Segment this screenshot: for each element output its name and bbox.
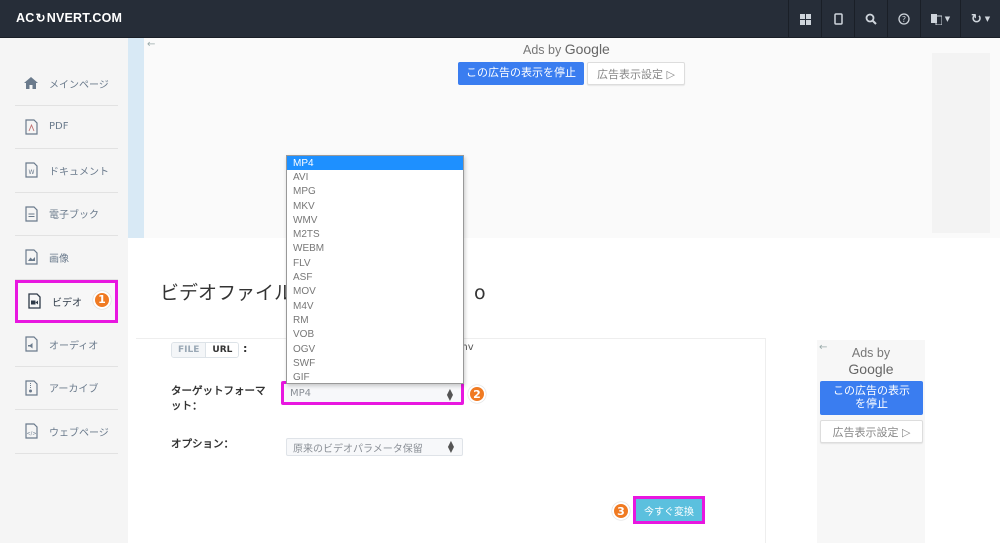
ad-settings-button[interactable]: 広告表示設定 ▷	[820, 420, 923, 443]
source-colon: :	[243, 342, 248, 355]
convert-now-button[interactable]: 今すぐ変換	[633, 496, 705, 524]
sidebar-item-audio[interactable]: オーディオ	[15, 323, 118, 367]
sidebar-item-archive[interactable]: アーカイブ	[15, 367, 118, 410]
main-content: ビデオファイルを o FILE URL : mv ターゲットフォーマット： MP4…	[128, 238, 1000, 543]
format-option-m4v[interactable]: M4V	[287, 299, 463, 313]
site-logo[interactable]: AC↻NVERT.COM	[16, 11, 122, 25]
ads-by-google-label: Ads by Google	[523, 41, 610, 57]
format-option-vob[interactable]: VOB	[287, 328, 463, 342]
top-navbar: AC↻NVERT.COM ? ▼ ↻ ▼	[0, 0, 1000, 38]
archive-file-icon	[23, 379, 39, 397]
pdf-file-icon	[23, 118, 39, 136]
format-option-mp4[interactable]: MP4	[287, 156, 463, 171]
sidebar-item-label: 画像	[49, 253, 69, 265]
search-icon[interactable]	[854, 0, 887, 38]
word-file-icon: W	[23, 161, 39, 179]
sidebar: メインページ PDF W ドキュメント 電子ブック 画像 ビデオ 1 オーディオ	[0, 38, 128, 543]
select-arrows-icon: ▲ ▼	[446, 387, 453, 402]
target-format-select[interactable]: MP4 ▲ ▼	[281, 381, 464, 405]
faded-ad-image	[932, 53, 990, 233]
ad-stripe	[128, 38, 144, 238]
sidebar-item-home[interactable]: メインページ	[15, 62, 118, 106]
step-badge-1: 1	[93, 290, 111, 309]
sidebar-item-video[interactable]: ビデオ 1	[15, 279, 118, 323]
step-badge-3: 3	[612, 502, 630, 520]
format-option-webm[interactable]: WEBM	[287, 242, 463, 256]
tab-file[interactable]: FILE	[172, 343, 206, 357]
side-ad: ← Ads by Google この広告の表示を停止 広告表示設定 ▷	[817, 340, 925, 543]
sidebar-item-image[interactable]: 画像	[15, 236, 118, 280]
format-option-asf[interactable]: ASF	[287, 270, 463, 284]
sidebar-item-label: アーカイブ	[49, 384, 99, 396]
sidebar-item-pdf[interactable]: PDF	[15, 106, 118, 149]
format-option-gif[interactable]: GIF	[287, 370, 463, 383]
source-toggle: FILE URL	[171, 342, 240, 358]
back-arrow-icon[interactable]: ←	[147, 39, 155, 50]
ebook-file-icon	[23, 205, 39, 223]
tab-url[interactable]: URL	[205, 343, 239, 357]
language-icon[interactable]: ▼	[920, 0, 960, 38]
option-label: オプション：	[171, 438, 234, 450]
grid-icon[interactable]	[788, 0, 821, 38]
svg-text:?: ?	[902, 15, 906, 24]
format-option-m2ts[interactable]: M2TS	[287, 227, 463, 241]
step-badge-2: 2	[468, 385, 486, 403]
sidebar-nav: メインページ PDF W ドキュメント 電子ブック 画像 ビデオ 1 オーディオ	[15, 62, 118, 454]
option-value: 原来のビデオパラメータ保留	[293, 443, 423, 455]
sidebar-item-label: ウェブページ	[49, 427, 109, 439]
format-dropdown-list[interactable]: MP4 AVI MPG MKV WMV M2TS WEBM FLV ASF MOV M4V RM VOB…	[286, 155, 464, 384]
target-format-value: MP4	[290, 387, 312, 399]
format-option-mkv[interactable]: MKV	[287, 199, 463, 213]
ad-settings-button[interactable]: 広告表示設定 ▷	[587, 62, 685, 85]
audio-file-icon	[23, 335, 39, 353]
format-option-wmv[interactable]: WMV	[287, 213, 463, 227]
webpage-file-icon: </>	[23, 422, 39, 440]
format-option-swf[interactable]: SWF	[287, 356, 463, 370]
svg-text:W: W	[28, 169, 34, 176]
format-option-ogv[interactable]: OGV	[287, 342, 463, 356]
format-option-rm[interactable]: RM	[287, 313, 463, 327]
format-option-mov[interactable]: MOV	[287, 285, 463, 299]
chevron-down-icon: ▼	[944, 15, 951, 23]
video-file-icon	[26, 292, 42, 310]
option-select[interactable]: 原来のビデオパラメータ保留 ▲ ▼	[286, 438, 463, 456]
sidebar-item-ebook[interactable]: 電子ブック	[15, 193, 118, 236]
image-file-icon	[23, 248, 39, 266]
logo-text-left: AC	[16, 11, 35, 25]
stop-ad-button[interactable]: この広告の表示を停止	[820, 381, 923, 415]
format-option-mpg[interactable]: MPG	[287, 185, 463, 199]
sidebar-item-webpage[interactable]: </> ウェブページ	[15, 410, 118, 454]
chevron-down-icon: ▼	[984, 15, 991, 23]
top-ad-banner: ← Ads by Google この広告の表示を停止 広告表示設定 ▷	[128, 38, 1000, 238]
sidebar-item-document[interactable]: W ドキュメント	[15, 149, 118, 193]
sidebar-item-label: ドキュメント	[49, 166, 109, 178]
help-icon[interactable]: ?	[887, 0, 920, 38]
format-option-flv[interactable]: FLV	[287, 256, 463, 270]
select-arrows-icon: ▲ ▼	[447, 439, 454, 454]
home-icon	[23, 74, 39, 92]
sync-logo-icon: ↻	[35, 11, 46, 25]
sidebar-item-label: メインページ	[49, 79, 109, 91]
target-format-label: ターゲットフォーマット：	[171, 385, 266, 412]
sidebar-item-label: オーディオ	[49, 340, 99, 352]
sidebar-item-label: PDF	[49, 121, 69, 133]
sidebar-item-label: 電子ブック	[49, 210, 99, 222]
format-option-avi[interactable]: AVI	[287, 170, 463, 184]
ads-by-google-label: Ads by Google	[848, 346, 894, 377]
stop-ad-button[interactable]: この広告の表示を停止	[458, 62, 584, 85]
tablet-icon[interactable]	[821, 0, 854, 38]
refresh-icon[interactable]: ↻ ▼	[960, 0, 1000, 38]
logo-text-right: NVERT.COM	[46, 11, 123, 25]
svg-text:</>: </>	[26, 431, 36, 437]
sidebar-item-label: ビデオ	[52, 297, 82, 309]
